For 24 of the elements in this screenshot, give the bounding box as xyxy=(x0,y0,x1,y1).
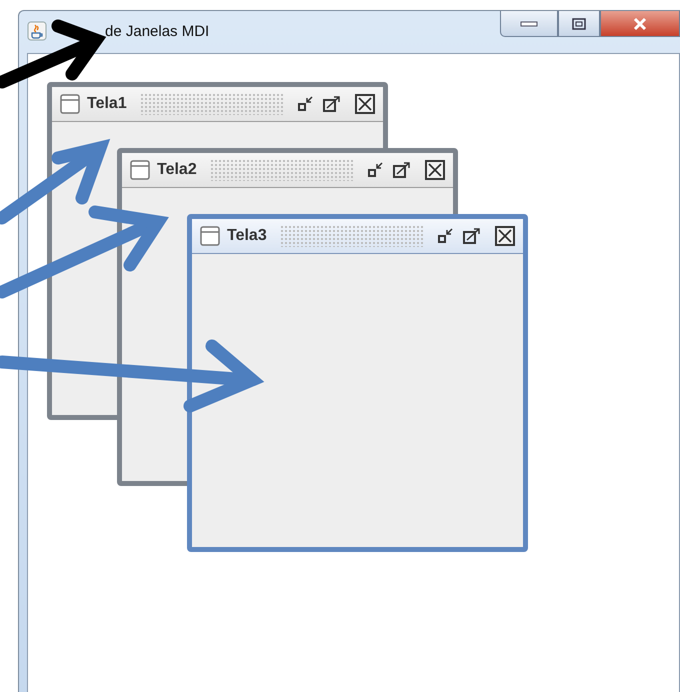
maximize-icon[interactable] xyxy=(322,95,342,113)
minimize-button[interactable] xyxy=(500,11,558,37)
window-icon xyxy=(200,226,220,246)
close-icon[interactable] xyxy=(425,160,445,180)
iconify-icon[interactable] xyxy=(297,95,315,113)
internal-frame-dialog[interactable]: Tela3 xyxy=(187,214,528,552)
close-icon xyxy=(632,16,648,30)
coffee-cup-icon xyxy=(27,21,47,41)
window-icon xyxy=(130,160,150,180)
window-title: de Janelas MDI xyxy=(105,22,210,40)
maximize-button[interactable] xyxy=(558,11,600,37)
frame-title: Tela1 xyxy=(87,95,127,113)
frame-title: Tela2 xyxy=(157,161,197,179)
maximize-icon[interactable] xyxy=(392,161,412,179)
maximize-icon[interactable] xyxy=(462,227,482,245)
iconify-icon[interactable] xyxy=(367,161,385,179)
close-icon[interactable] xyxy=(495,226,515,246)
iconify-icon[interactable] xyxy=(437,227,455,245)
window-icon xyxy=(60,94,80,114)
close-icon[interactable] xyxy=(355,94,375,114)
close-button[interactable] xyxy=(600,11,680,37)
frame-title: Tela3 xyxy=(227,227,267,245)
maximize-icon xyxy=(572,18,586,30)
minimize-icon xyxy=(520,20,538,28)
